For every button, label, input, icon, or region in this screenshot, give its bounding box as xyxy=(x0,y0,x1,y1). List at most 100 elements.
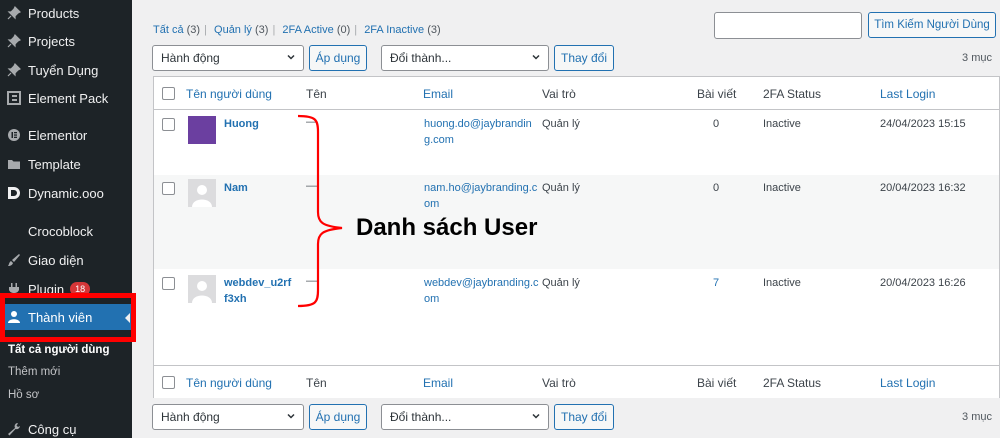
change-role-button[interactable]: Thay đổi xyxy=(554,45,614,71)
posts-count-link[interactable]: 7 xyxy=(713,275,719,291)
row-checkbox[interactable] xyxy=(162,182,175,195)
elementor-icon xyxy=(0,128,28,142)
sidebar-item-projects[interactable]: Projects xyxy=(0,28,132,54)
column-last-login[interactable]: Last Login xyxy=(880,87,935,101)
view-all-link[interactable]: Tất cả xyxy=(153,24,184,36)
brush-icon xyxy=(0,253,28,267)
bulk-action-select[interactable]: Hành động xyxy=(152,45,304,71)
view-admin-count: (3) xyxy=(255,24,269,36)
admin-sidebar: Products Projects Tuyển Dụng Element Pac… xyxy=(0,0,132,438)
bulk-action-value: Hành động xyxy=(161,410,220,424)
users-table: Tên người dùng Tên Email Vai trò Bài viế… xyxy=(153,76,1000,398)
column-username[interactable]: Tên người dùng xyxy=(186,87,272,101)
wrench-icon xyxy=(0,422,28,436)
2fa-status-value: Inactive xyxy=(763,277,801,289)
username-link[interactable]: Huong xyxy=(224,116,294,132)
sidebar-item-label: Products xyxy=(28,5,80,21)
search-users-button[interactable]: Tìm Kiếm Người Dùng xyxy=(868,12,996,38)
sidebar-item-label: Projects xyxy=(28,33,75,49)
column-role: Vai trò xyxy=(542,376,576,390)
role-value: Quản lý xyxy=(542,277,580,289)
default-avatar-icon xyxy=(192,185,212,207)
sidebar-item-giao-dien[interactable]: Giao diện xyxy=(0,247,132,273)
view-2fa-active-link[interactable]: 2FA Active xyxy=(282,24,333,36)
last-login-value: 20/04/2023 16:26 xyxy=(880,277,966,289)
row-checkbox[interactable] xyxy=(162,277,175,290)
submenu-all-users[interactable]: Tất cả người dùng xyxy=(0,339,132,361)
sidebar-item-label: Element Pack xyxy=(28,90,109,106)
username-link[interactable]: webdev_u2rff3xh xyxy=(224,275,294,307)
posts-count: 0 xyxy=(713,182,720,194)
sidebar-item-label: Template xyxy=(28,156,81,172)
highlight-box xyxy=(0,293,136,342)
sidebar-item-elementor[interactable]: Elementor xyxy=(0,122,132,148)
change-role-select-bottom[interactable]: Đổi thành... xyxy=(381,404,549,430)
column-name: Tên xyxy=(306,376,327,390)
2fa-status-value: Inactive xyxy=(763,182,801,194)
sidebar-item-label: Tuyển Dụng xyxy=(28,62,99,78)
pin-icon xyxy=(0,34,28,48)
table-row: Huong — huong.do@jaybranding.com Quản lý… xyxy=(154,111,999,175)
bulk-action-value: Hành động xyxy=(161,51,220,65)
submenu-profile[interactable]: Hồ sơ xyxy=(0,384,132,406)
sidebar-item-template[interactable]: Template xyxy=(0,151,132,177)
pin-icon xyxy=(0,6,28,20)
avatar xyxy=(188,179,216,207)
submenu-add-new[interactable]: Thêm mới xyxy=(0,361,132,383)
user-filter-views: Tất cả (3) | Quản lý (3) | 2FA Active (0) |… xyxy=(153,24,441,36)
column-username[interactable]: Tên người dùng xyxy=(186,376,272,390)
column-posts: Bài viết xyxy=(697,376,737,390)
email-link[interactable]: nam.ho@jaybranding.com xyxy=(424,180,539,212)
column-posts: Bài viết xyxy=(697,87,737,101)
apply-button-bottom[interactable]: Áp dụng xyxy=(309,404,367,430)
table-row: Nam — nam.ho@jaybranding.com Quản lý 0 I… xyxy=(154,175,999,269)
view-all-count: (3) xyxy=(186,24,201,36)
folder-icon xyxy=(0,157,28,171)
column-2fa-status: 2FA Status xyxy=(763,87,822,101)
email-link[interactable]: huong.do@jaybranding.com xyxy=(424,116,539,148)
row-checkbox[interactable] xyxy=(162,118,175,131)
column-2fa-status: 2FA Status xyxy=(763,376,822,390)
sidebar-item-cong-cu[interactable]: Công cụ xyxy=(0,416,132,438)
search-input[interactable] xyxy=(714,12,862,39)
chevron-down-icon xyxy=(287,54,295,60)
role-value: Quản lý xyxy=(542,118,580,130)
element-pack-icon xyxy=(0,91,28,105)
select-all-checkbox[interactable] xyxy=(162,376,175,389)
display-name: — xyxy=(306,275,317,287)
view-2fa-inactive-count: (3) xyxy=(427,24,441,36)
sidebar-item-crocoblock[interactable]: Crocoblock xyxy=(0,218,132,244)
items-count: 3 mục xyxy=(962,52,992,64)
change-role-button-bottom[interactable]: Thay đổi xyxy=(554,404,614,430)
last-login-value: 20/04/2023 16:32 xyxy=(880,182,966,194)
sidebar-item-label: Dynamic.ooo xyxy=(28,185,104,201)
sidebar-item-element-pack[interactable]: Element Pack xyxy=(0,85,132,111)
role-value: Quản lý xyxy=(542,182,580,194)
view-2fa-inactive-link[interactable]: 2FA Inactive xyxy=(364,24,424,36)
last-login-value: 24/04/2023 15:15 xyxy=(880,118,966,130)
bulk-action-select-bottom[interactable]: Hành động xyxy=(152,404,304,430)
apply-button[interactable]: Áp dụng xyxy=(309,45,367,71)
email-link[interactable]: webdev@jaybranding.com xyxy=(424,275,539,307)
items-count-bottom: 3 mục xyxy=(962,411,992,423)
sidebar-item-label: Giao diện xyxy=(28,252,84,268)
change-role-value: Đổi thành... xyxy=(390,410,452,424)
sidebar-item-products[interactable]: Products xyxy=(0,0,132,26)
column-email[interactable]: Email xyxy=(423,376,453,390)
sidebar-item-label: Elementor xyxy=(28,127,88,143)
column-role: Vai trò xyxy=(542,87,576,101)
default-avatar-icon xyxy=(192,281,212,303)
change-role-select[interactable]: Đổi thành... xyxy=(381,45,549,71)
chevron-down-icon xyxy=(532,54,540,60)
username-link[interactable]: Nam xyxy=(224,180,294,196)
view-2fa-active-count: (0) xyxy=(336,24,351,36)
pin-icon xyxy=(0,63,28,77)
sidebar-item-dynamic[interactable]: Dynamic.ooo xyxy=(0,180,132,206)
view-admin-link[interactable]: Quản lý xyxy=(214,24,252,36)
sidebar-item-tuyen-dung[interactable]: Tuyển Dụng xyxy=(0,57,132,83)
column-email[interactable]: Email xyxy=(423,87,453,101)
column-last-login[interactable]: Last Login xyxy=(880,376,935,390)
chevron-down-icon xyxy=(532,413,540,419)
display-name: — xyxy=(306,116,317,128)
select-all-checkbox[interactable] xyxy=(162,87,175,100)
